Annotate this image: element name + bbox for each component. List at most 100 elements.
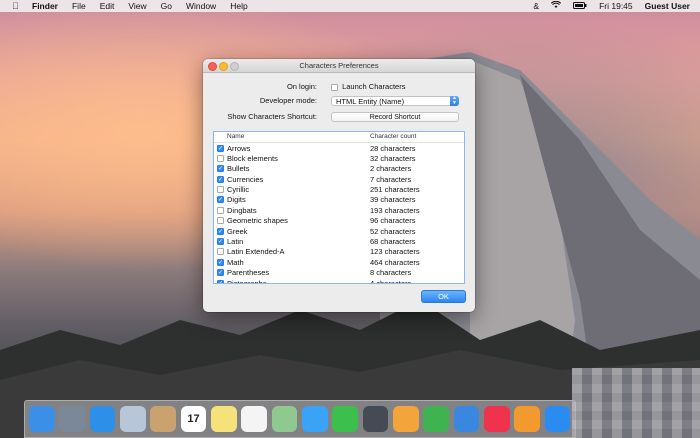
dock: 17	[24, 400, 576, 438]
row-checkbox[interactable]: ✓	[217, 269, 224, 277]
row-checkbox[interactable]	[217, 248, 224, 256]
row-count: 123 characters	[370, 247, 420, 257]
books-icon[interactable]	[514, 406, 540, 432]
row-checkbox[interactable]: ✓	[217, 279, 224, 283]
messages-icon[interactable]	[301, 406, 328, 432]
table-row[interactable]: ✓ Parentheses 8 characters	[214, 268, 464, 278]
launch-characters-checkbox[interactable]: Launch Characters	[331, 82, 405, 91]
table-row[interactable]: ✓ Currencies 7 characters	[214, 174, 464, 184]
developer-mode-label: Developer mode:	[259, 96, 317, 105]
characters-menu-icon[interactable]: &	[533, 1, 539, 11]
battery-icon[interactable]	[573, 1, 587, 11]
table-body: ✓ Arrows 28 characters Block elements 32 cha…	[214, 143, 464, 284]
reminders-icon[interactable]	[241, 406, 268, 432]
row-name: Latin Extended-A	[227, 247, 285, 257]
table-row[interactable]: ✓ Math 464 characters	[214, 257, 464, 267]
table-row[interactable]: Dingbats 193 characters	[214, 205, 464, 215]
developer-mode-select[interactable]: HTML Entity (Name) ▲ ▼	[331, 96, 459, 106]
row-count: 193 characters	[370, 205, 420, 215]
row-checkbox[interactable]	[217, 186, 224, 194]
character-sets-table[interactable]: Name Character count ✓ Arrows 28 character…	[213, 131, 465, 284]
keynote-icon[interactable]	[453, 406, 480, 432]
facetime-icon[interactable]	[332, 406, 359, 432]
menu-view[interactable]: View	[128, 1, 146, 11]
row-name: Geometric shapes	[227, 216, 288, 226]
row-name: Block elements	[227, 153, 278, 163]
table-row[interactable]: ✓ Arrows 28 characters	[214, 143, 464, 153]
row-checkbox[interactable]: ✓	[217, 175, 224, 183]
row-name: Math	[227, 257, 244, 267]
row-checkbox[interactable]: ✓	[217, 238, 224, 246]
row-count: 8 characters	[370, 268, 412, 278]
row-checkbox[interactable]: ✓	[217, 196, 224, 204]
user-menu[interactable]: Guest User	[645, 1, 690, 11]
on-login-label: On login:	[286, 82, 317, 91]
row-name: Latin	[227, 237, 244, 247]
menu-edit[interactable]: Edit	[100, 1, 115, 11]
menu-file[interactable]: File	[72, 1, 86, 11]
row-name: Currencies	[227, 174, 264, 184]
numbers-icon[interactable]	[423, 406, 449, 432]
app-store-icon[interactable]	[544, 406, 571, 432]
row-count: 251 characters	[370, 185, 420, 195]
mail-stamp-icon[interactable]	[119, 406, 146, 432]
row-checkbox[interactable]	[217, 206, 224, 214]
photo-booth-icon[interactable]	[362, 406, 389, 432]
table-row[interactable]: Block elements 32 characters	[214, 153, 464, 163]
row-count: 4 characters	[370, 278, 412, 284]
table-row[interactable]: ✓ Bullets 2 characters	[214, 164, 464, 174]
window-title: Characters Preferences	[299, 61, 379, 70]
table-row[interactable]: ✓ Latin 68 characters	[214, 237, 464, 247]
menu-go[interactable]: Go	[161, 1, 172, 11]
row-count: 96 characters	[370, 216, 416, 226]
calendar-icon[interactable]: 17	[180, 406, 207, 432]
row-count: 52 characters	[370, 226, 416, 236]
row-checkbox[interactable]: ✓	[217, 165, 224, 173]
minimize-button[interactable]	[219, 62, 228, 71]
launch-characters-label: Launch Characters	[342, 82, 406, 91]
calendar-date: 17	[187, 413, 200, 425]
row-checkbox[interactable]	[217, 217, 224, 225]
column-header-name[interactable]: Name	[227, 133, 244, 140]
row-name: Greek	[227, 226, 248, 236]
zoom-button[interactable]	[230, 62, 239, 71]
table-row[interactable]: Geometric shapes 96 characters	[214, 216, 464, 226]
finder-icon[interactable]	[29, 406, 55, 432]
record-shortcut-button[interactable]: Record Shortcut	[331, 112, 459, 122]
table-row[interactable]: Latin Extended-A 123 characters	[214, 247, 464, 257]
close-button[interactable]	[208, 62, 217, 71]
table-row[interactable]: ✓ Digits 39 characters	[214, 195, 464, 205]
launchpad-icon[interactable]	[59, 406, 86, 432]
menu-window[interactable]: Window	[186, 1, 216, 11]
pixelated-region	[572, 368, 700, 438]
contacts-icon[interactable]	[150, 406, 177, 432]
row-checkbox[interactable]: ✓	[217, 227, 224, 235]
row-count: 464 characters	[370, 257, 420, 267]
row-name: Arrows	[227, 143, 251, 153]
table-row[interactable]: ✓ Greek 52 characters	[214, 226, 464, 236]
wifi-icon[interactable]	[550, 0, 562, 11]
menu-finder[interactable]: Finder	[32, 1, 58, 11]
menu-help[interactable]: Help	[230, 1, 247, 11]
chevron-updown-icon: ▲ ▼	[450, 96, 459, 106]
table-row[interactable]: Cyrillic 251 characters	[214, 185, 464, 195]
ok-button[interactable]: OK	[421, 290, 466, 303]
music-icon[interactable]	[483, 406, 510, 432]
row-name: Dingbats	[227, 205, 257, 215]
apple-menu-icon[interactable]: 	[12, 1, 22, 11]
clock[interactable]: Fri 19:45	[599, 1, 633, 11]
pages-icon[interactable]	[392, 406, 419, 432]
maps-icon[interactable]	[271, 406, 298, 432]
row-count: 28 characters	[370, 143, 416, 153]
table-row[interactable]: ✓ Pictographs 4 characters	[214, 278, 464, 284]
row-checkbox[interactable]: ✓	[217, 258, 224, 266]
row-checkbox[interactable]: ✓	[217, 144, 224, 152]
column-header-count[interactable]: Character count	[370, 133, 416, 140]
menu-extras: & Fri 19:45 Guest User	[521, 0, 690, 12]
row-checkbox[interactable]	[217, 154, 224, 162]
row-count: 7 characters	[370, 174, 412, 184]
notes-icon[interactable]	[210, 406, 237, 432]
window-titlebar[interactable]: Characters Preferences	[203, 59, 475, 73]
safari-icon[interactable]	[89, 406, 116, 432]
checkbox-box[interactable]	[331, 83, 338, 91]
